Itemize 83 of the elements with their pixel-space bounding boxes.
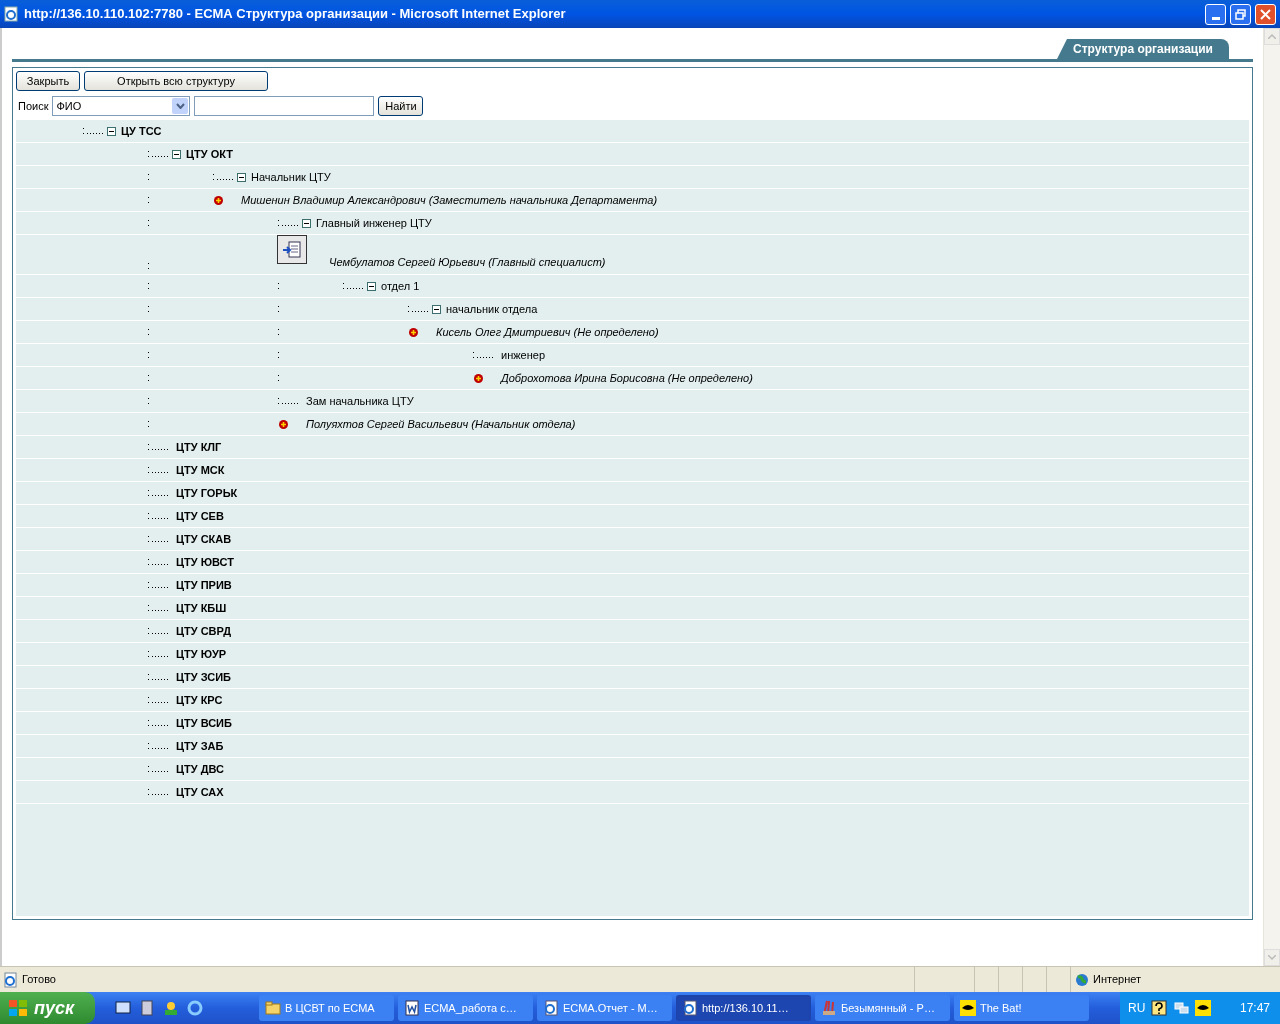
clock: 17:47 [1239, 1000, 1271, 1017]
tree-node-label[interactable]: инженер [501, 346, 545, 364]
collapse-toggle[interactable] [237, 172, 246, 182]
taskbar-button[interactable]: В ЦСВТ по ЕСМА [259, 995, 394, 1021]
taskbar-button[interactable]: Безымянный - P… [815, 995, 950, 1021]
web-page-icon [543, 1000, 559, 1016]
brushes-icon [821, 1000, 837, 1016]
zone-text: Интернет [1093, 972, 1141, 988]
add-icon[interactable] [409, 327, 418, 337]
browser-icon[interactable] [187, 1000, 203, 1016]
taskbar-button[interactable]: http://136.10.11… [676, 995, 811, 1021]
document-arrow-icon [282, 240, 302, 259]
tree-node-label[interactable]: Начальник ЦТУ [251, 168, 331, 186]
browser-icon [4, 6, 20, 22]
person-name[interactable]: Чембулатов Сергей Юрьевич (Главный специалист) [329, 253, 606, 270]
tree-node-label[interactable]: ЦТУ ЮУР [176, 645, 227, 663]
person-name[interactable]: Кисель Олег Дмитриевич (Не определено) [436, 323, 659, 341]
person-name[interactable]: Полуяхтов Сергей Васильевич (Начальник отдела) [306, 415, 576, 433]
bat-icon [960, 1000, 976, 1016]
person-name[interactable]: Доброхотова Ирина Борисовна (Не определено) [501, 369, 753, 387]
taskbar-button[interactable]: ЕСМА.Отчет - М… [537, 995, 672, 1021]
add-icon[interactable] [474, 373, 483, 383]
search-button[interactable]: Найти [378, 96, 424, 116]
desktop-icon[interactable] [115, 1000, 131, 1016]
status-text: Готово [22, 972, 57, 988]
card-button[interactable] [277, 235, 307, 264]
tree-node-label[interactable]: ЦТУ ГОРЬК [176, 484, 238, 502]
page-tab[interactable]: Структура организации [1057, 39, 1229, 59]
tree-node-label[interactable]: ЦТУ СЕВ [176, 507, 224, 525]
taskbar-button[interactable]: ЕСМА_работа с… [398, 995, 533, 1021]
tree-node-label[interactable]: ЦТУ ЗСИБ [176, 668, 232, 686]
tree-node-label[interactable]: ЦТУ МСК [176, 461, 225, 479]
expand-all-button[interactable]: Открыть всю структуру [84, 71, 268, 91]
minimize-button[interactable] [1205, 3, 1226, 25]
tree-node-label[interactable]: ЦТУ СКАВ [176, 530, 232, 548]
tree-node-label[interactable]: ЦТУ ЗАБ [176, 737, 224, 755]
collapse-toggle[interactable] [107, 126, 116, 136]
person-name[interactable]: Мишенин Владимир Александрович (Заместитель начальника Департамента) [241, 191, 658, 209]
help-icon[interactable] [1151, 1000, 1168, 1016]
window-title: http://136.10.110.102:7780 - ЕСМА Структура организации - Microsoft Internet Explorer [24, 5, 567, 24]
folder-icon [265, 1000, 281, 1016]
web-page-icon [682, 1000, 698, 1016]
globe-icon [1075, 972, 1089, 987]
close-button[interactable]: Закрыть [16, 71, 80, 91]
search-label: Поиск [18, 98, 49, 114]
tree-node-label[interactable]: ЦТУ ЮВСТ [176, 553, 234, 571]
caret-down-icon [1268, 955, 1276, 960]
tree-node-label[interactable]: ЦУ ТСС [121, 122, 162, 140]
collapse-toggle[interactable] [432, 304, 441, 314]
tree-node-label[interactable]: ЦТУ ВСИБ [176, 714, 232, 732]
taskbar-button[interactable]: The Bat! [954, 995, 1089, 1021]
restore-icon [1235, 8, 1246, 20]
tree-node-label[interactable]: ЦТУ САХ [176, 783, 224, 801]
tree-node-label[interactable]: отдел 1 [381, 277, 420, 295]
caret-up-icon [1268, 34, 1276, 39]
tree-node-label[interactable]: ЦТУ ДВС [176, 760, 224, 778]
page-icon [3, 971, 19, 988]
collapse-toggle[interactable] [367, 281, 376, 291]
tree-node-label[interactable]: ЦТУ КРС [176, 691, 223, 709]
search-type-dropdown[interactable]: ФИО [52, 96, 191, 116]
start-button[interactable]: пуск [0, 992, 95, 1024]
bat-icon[interactable] [1195, 1000, 1212, 1016]
tree-node-label[interactable]: начальник отдела [446, 300, 538, 318]
calculator-icon[interactable] [139, 1000, 155, 1016]
close-button[interactable] [1255, 3, 1276, 25]
tree-node-label[interactable]: ЦТУ КЛГ [176, 438, 222, 456]
tree-node-label[interactable]: ЦТУ СВРД [176, 622, 232, 640]
game-icon[interactable] [163, 1000, 179, 1016]
document-icon [404, 1000, 420, 1016]
restore-button[interactable] [1230, 3, 1251, 25]
close-icon [1260, 8, 1271, 20]
add-icon[interactable] [279, 419, 288, 429]
tree-node-label[interactable]: ЦТУ КБШ [176, 599, 227, 617]
collapse-toggle[interactable] [302, 218, 311, 228]
network-icon[interactable] [1173, 1000, 1190, 1016]
windows-logo-icon [8, 999, 28, 1017]
tree-node-label[interactable]: ЦТУ ОКТ [186, 145, 233, 163]
tree-node-label[interactable]: ЦТУ ПРИВ [176, 576, 232, 594]
tree-node-label[interactable]: Главный инженер ЦТУ [316, 214, 432, 232]
collapse-toggle[interactable] [172, 149, 181, 159]
tree-node-label[interactable]: Зам начальника ЦТУ [306, 392, 414, 410]
add-icon[interactable] [214, 195, 223, 205]
search-field[interactable] [194, 96, 375, 116]
